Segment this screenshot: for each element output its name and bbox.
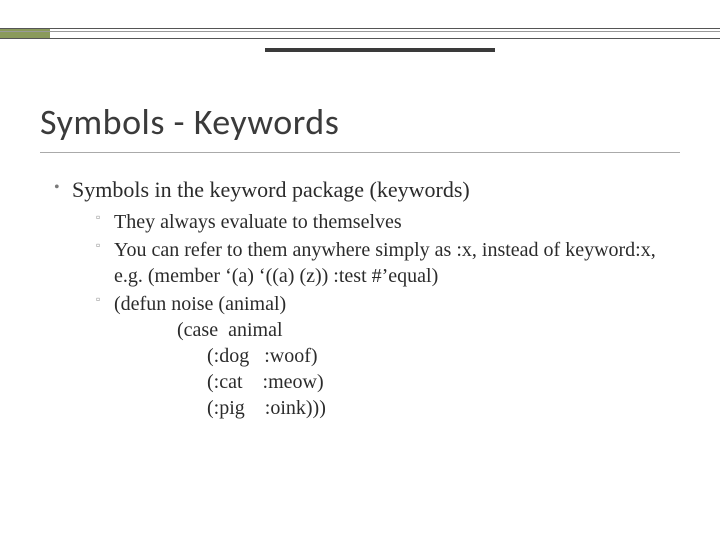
slide-body: Symbols - Keywords Symbols in the keywor… <box>40 100 680 427</box>
bullet-lvl2-item: You can refer to them anywhere simply as… <box>96 237 680 289</box>
title-underline <box>40 152 680 153</box>
header-accent <box>0 28 720 38</box>
bullet-list-lvl1: Symbols in the keyword package (keywords… <box>40 177 680 421</box>
header-rule-top <box>0 28 720 29</box>
bullet-list-lvl2: They always evaluate to themselves You c… <box>72 209 680 421</box>
code-line: (:cat :meow) <box>132 369 680 395</box>
accent-spacer <box>50 28 720 38</box>
bullet-lvl2-text: (defun noise (animal) <box>114 293 286 315</box>
accent-olive-block <box>0 28 50 38</box>
code-line: (:dog :woof) <box>132 343 680 369</box>
code-line: (:pig :oink))) <box>132 395 680 421</box>
code-line: (case animal <box>132 317 680 343</box>
bullet-lvl2-text: You can refer to them anywhere simply as… <box>114 239 656 287</box>
bullet-lvl1-text: Symbols in the keyword package (keywords… <box>72 177 470 202</box>
header-rule-bottom <box>0 38 720 39</box>
slide-title: Symbols - Keywords <box>40 100 680 144</box>
header-rule-inner <box>0 31 720 32</box>
bullet-lvl2-text: They always evaluate to themselves <box>114 211 402 233</box>
bullet-lvl2-item: (defun noise (animal) (case animal (:dog… <box>96 291 680 421</box>
bullet-lvl1-item: Symbols in the keyword package (keywords… <box>54 177 680 421</box>
bullet-lvl2-item: They always evaluate to themselves <box>96 209 680 235</box>
header-short-rule <box>265 48 495 52</box>
